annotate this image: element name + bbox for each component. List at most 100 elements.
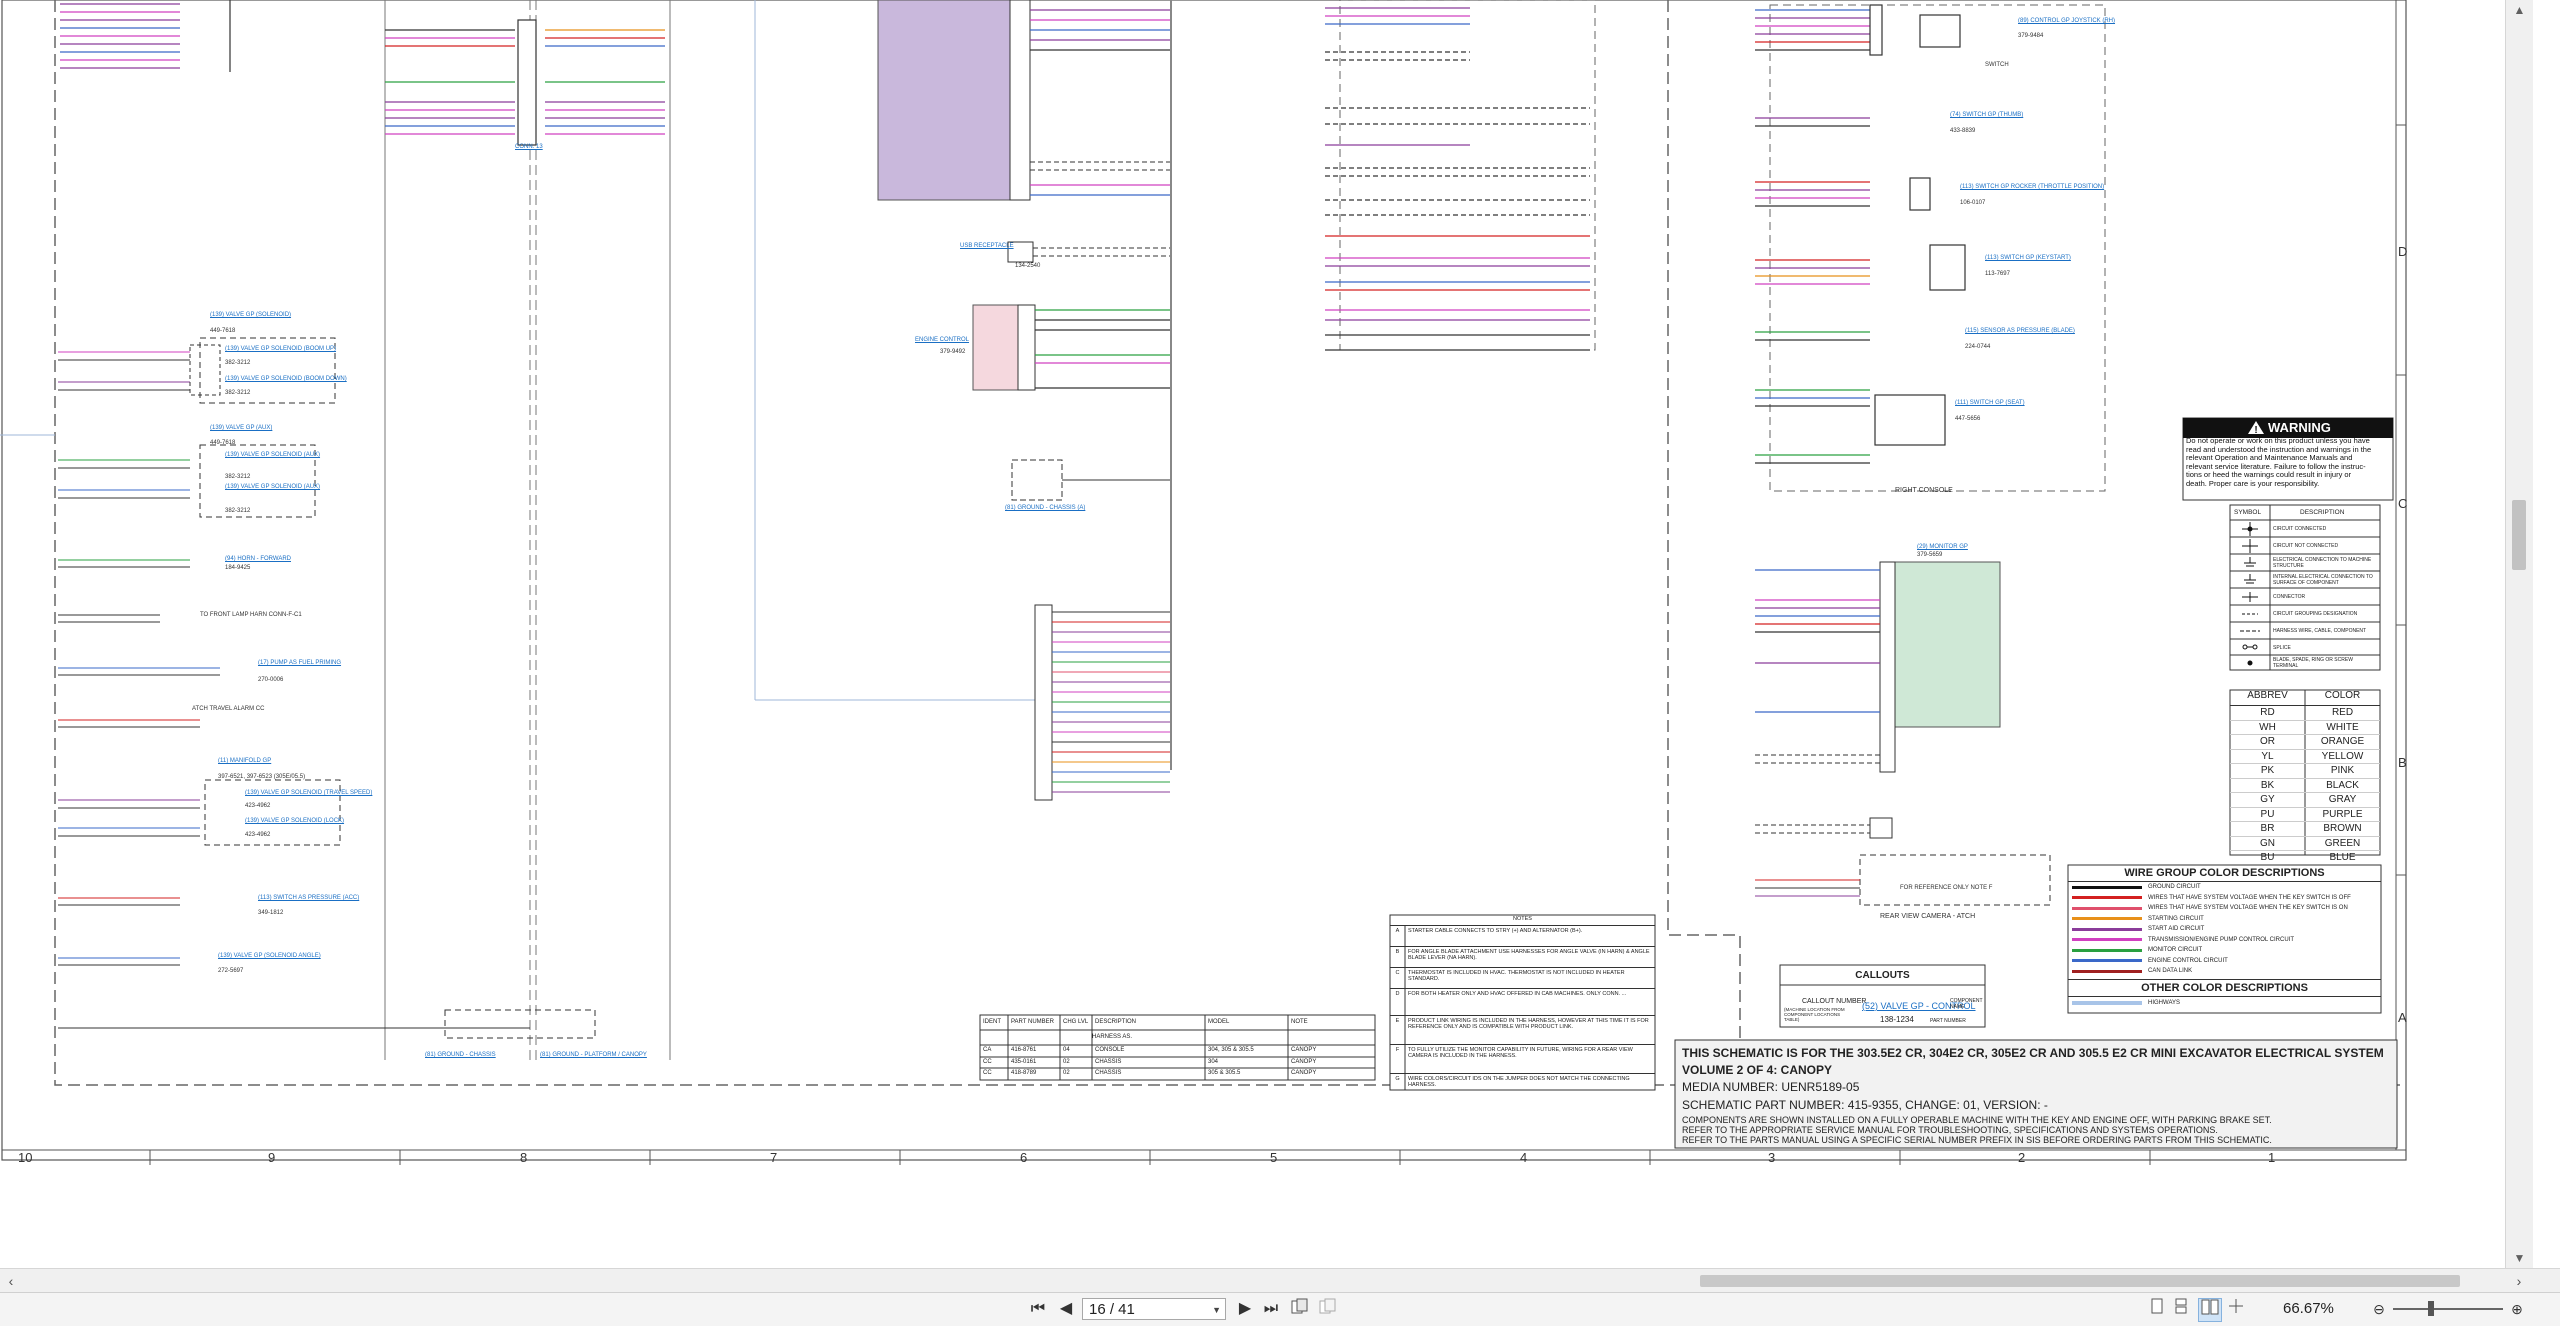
- note-text: WIRE COLORS/CIRCUIT IDS ON THE JUMPER DO…: [1408, 1076, 1630, 1088]
- extract-page-icon[interactable]: [1290, 1298, 1310, 1320]
- title-line-2: VOLUME 2 OF 4: CANOPY: [1682, 1063, 1833, 1077]
- throttle-callout[interactable]: (113) SWITCH GP ROCKER (THROTTLE POSITIO…: [1960, 184, 2104, 190]
- abbrev-color-name: ORANGE: [2320, 736, 2365, 747]
- label-conn-13: CONN. 13: [515, 144, 543, 150]
- horizontal-scroll-thumb[interactable]: [1700, 1275, 2460, 1287]
- zone-label: 7: [770, 1150, 778, 1165]
- solenoid-callout-3[interactable]: (139) VALVE GP SOLENOID (BOOM DOWN): [225, 376, 347, 382]
- lock-part: 423-4962: [245, 832, 271, 838]
- keystart-part: 113-7697: [1985, 271, 2010, 277]
- wire-group-row: CAN DATA LINK: [2068, 966, 2381, 977]
- label-ground-platform[interactable]: (81) GROUND - PLATFORM / CANOPY: [540, 1052, 647, 1058]
- keystart-callout[interactable]: (113) SWITCH GP (KEYSTART): [1985, 255, 2071, 261]
- symbol-desc: SPLICE: [2273, 645, 2291, 651]
- warning-line: death. Proper care is your responsibilit…: [2186, 478, 2320, 488]
- harness-row-2-chg: 02: [1063, 1059, 1070, 1065]
- solenoid-callout-4[interactable]: (139) VALVE GP (AUX): [210, 425, 272, 431]
- zoom-out-icon[interactable]: ⊖: [2370, 1298, 2388, 1320]
- horn-callout[interactable]: (94) HORN - FORWARD: [225, 556, 291, 562]
- scroll-up-icon[interactable]: ▲: [2506, 0, 2533, 20]
- harness-row-3-model: 305 & 305.5: [1208, 1070, 1241, 1076]
- zone-label: 2: [2018, 1150, 2026, 1165]
- symbol-desc: CIRCUIT CONNECTED: [2273, 526, 2327, 532]
- abbrev-code: RD: [2260, 707, 2275, 718]
- scroll-down-icon[interactable]: ▼: [2506, 1248, 2533, 1268]
- scroll-right-icon[interactable]: ›: [2510, 1269, 2528, 1293]
- label-usb-receptacle[interactable]: USB RECEPTACLE: [960, 243, 1014, 249]
- zoom-in-icon[interactable]: ⊕: [2508, 1298, 2526, 1320]
- status-toolbar: ⏮ ◀ 16 / 41 ▼ ▶ ⏭ 66.67% ⊖ ⊕: [0, 1292, 2560, 1326]
- note-row: E PRODUCT LINK WIRING IS INCLUDED IN THE …: [1390, 1015, 1655, 1044]
- angle-callout[interactable]: (139) VALVE GP (SOLENOID ANGLE): [218, 953, 321, 959]
- vertical-scrollbar[interactable]: ▲ ▼: [2505, 0, 2533, 1268]
- single-page-icon[interactable]: [2148, 1298, 2166, 1320]
- solenoid-callout-5[interactable]: (139) VALVE GP SOLENOID (AUX): [225, 452, 320, 458]
- title-line-7: REFER TO THE PARTS MANUAL USING A SPECIF…: [1682, 1135, 2272, 1145]
- symbol-desc: CIRCUIT GROUPING DESIGNATION: [2273, 611, 2358, 617]
- manifold-callout[interactable]: (11) MANIFOLD GP: [218, 758, 271, 764]
- pump-callout[interactable]: (17) PUMP AS FUEL PRIMING: [258, 660, 341, 666]
- blade-sensor-callout[interactable]: (115) SENSOR AS PRESSURE (BLADE): [1965, 328, 2075, 334]
- zoom-slider[interactable]: [2393, 1308, 2503, 1310]
- abbrev-row: PK PINK: [2230, 763, 2380, 778]
- two-page-icon[interactable]: [2198, 1298, 2222, 1322]
- title-line-3: MEDIA NUMBER: UENR5189-05: [1682, 1080, 1860, 1094]
- travel-speed-part: 423-4962: [245, 803, 271, 809]
- label-ecm[interactable]: ENGINE CONTROL: [915, 337, 969, 343]
- thumb-switch-callout[interactable]: (74) SWITCH GP (THUMB): [1950, 112, 2023, 118]
- label-ground-chassis-b[interactable]: (81) GROUND - CHASSIS: [425, 1052, 496, 1058]
- last-page-icon[interactable]: ⏭: [1262, 1298, 1280, 1320]
- prev-page-icon[interactable]: ◀: [1058, 1298, 1074, 1320]
- harness-col-part: PART NUMBER: [1011, 1019, 1055, 1025]
- solenoid-callout-1[interactable]: (139) VALVE GP (SOLENOID): [210, 312, 291, 318]
- horizontal-scrollbar[interactable]: ‹ ›: [0, 1268, 2560, 1293]
- travel-speed-callout[interactable]: (139) VALVE GP SOLENOID (TRAVEL SPEED): [245, 790, 372, 796]
- vertical-scroll-thumb[interactable]: [2512, 500, 2526, 570]
- seat-switch-callout[interactable]: (111) SWITCH GP (SEAT): [1955, 400, 2025, 406]
- wire-color-swatch: [2072, 896, 2142, 900]
- wire-group-label: MONITOR CIRCUIT: [2148, 947, 2203, 954]
- zone-label: C: [2398, 496, 2408, 511]
- title-block: THIS SCHEMATIC IS FOR THE 303.5E2 CR, 30…: [1680, 1044, 2392, 1148]
- harness-row-1-desc: CONSOLE: [1095, 1047, 1125, 1053]
- note-letter: E: [1395, 1018, 1400, 1024]
- document-viewport[interactable]: ! CONN. 13 USB RECEPTACLE 134-2540 ENGIN…: [0, 0, 2533, 1268]
- harness-row-3-part: 418-8789: [1011, 1070, 1037, 1076]
- note-letter: C: [1395, 970, 1400, 976]
- warning-title: WARNING: [2268, 420, 2331, 435]
- zoom-slider-handle[interactable]: [2428, 1301, 2434, 1316]
- scroll-left-icon[interactable]: ‹: [2, 1269, 20, 1293]
- label-ground-chassis[interactable]: (81) GROUND - CHASSIS (A): [1005, 505, 1085, 511]
- callouts-title: CALLOUTS: [1855, 970, 1910, 981]
- page-dropdown-icon[interactable]: ▼: [1212, 1299, 1221, 1321]
- harness-row-2-part: 435-0161: [1011, 1059, 1037, 1065]
- lock-callout[interactable]: (139) VALVE GP SOLENOID (LOCK): [245, 818, 344, 824]
- joystick-callout[interactable]: (89) CONTROL GP JOYSTICK (RH): [2018, 18, 2115, 24]
- abbrev-header-row: ABBREV COLOR: [2230, 690, 2380, 706]
- page-number-input[interactable]: 16 / 41 ▼: [1082, 1298, 1226, 1320]
- fit-icon[interactable]: [2226, 1298, 2246, 1320]
- title-line-5: COMPONENTS ARE SHOWN INSTALLED ON A FULL…: [1682, 1115, 2272, 1125]
- solenoid-callout-6[interactable]: (139) VALVE GP SOLENOID (AUX): [225, 484, 320, 490]
- abbrev-color-name: BROWN: [2323, 823, 2362, 834]
- callout-component-name: COMPONENT NAME: [1950, 998, 1983, 1010]
- next-page-icon[interactable]: ▶: [1237, 1298, 1253, 1320]
- wire-color-swatch: [2072, 938, 2142, 942]
- label-monitor-callout[interactable]: (29) MONITOR GP: [1917, 544, 1968, 550]
- pressure-acc-callout[interactable]: (113) SWITCH AS PRESSURE (ACC): [258, 895, 359, 901]
- first-page-icon[interactable]: ⏮: [1030, 1298, 1046, 1320]
- title-line-4: SCHEMATIC PART NUMBER: 415-9355, CHANGE:…: [1682, 1098, 2048, 1112]
- note-letter: G: [1395, 1076, 1400, 1082]
- abbrev-code: PU: [2260, 808, 2275, 820]
- continuous-icon[interactable]: [2172, 1298, 2190, 1320]
- pressure-acc-part: 349-1812: [258, 910, 284, 916]
- symbol-desc: INTERNAL ELECTRICAL CONNECTION TO SURFAC…: [2273, 574, 2373, 586]
- wire-group-row: WIRES THAT HAVE SYSTEM VOLTAGE WHEN THE …: [2068, 893, 2381, 904]
- zoom-level[interactable]: 66.67%: [2283, 1298, 2334, 1320]
- copy-page-icon[interactable]: [1318, 1298, 1338, 1320]
- harness-col-desc: DESCRIPTION: [1095, 1019, 1137, 1025]
- note-text: STARTER CABLE CONNECTS TO STRY (+) AND A…: [1408, 928, 1583, 934]
- solenoid-callout-2[interactable]: (139) VALVE GP SOLENOID (BOOM UP): [225, 346, 336, 352]
- abbrev-header: ABBREV: [2247, 690, 2288, 701]
- harness-row-2-note: CANOPY: [1291, 1059, 1317, 1065]
